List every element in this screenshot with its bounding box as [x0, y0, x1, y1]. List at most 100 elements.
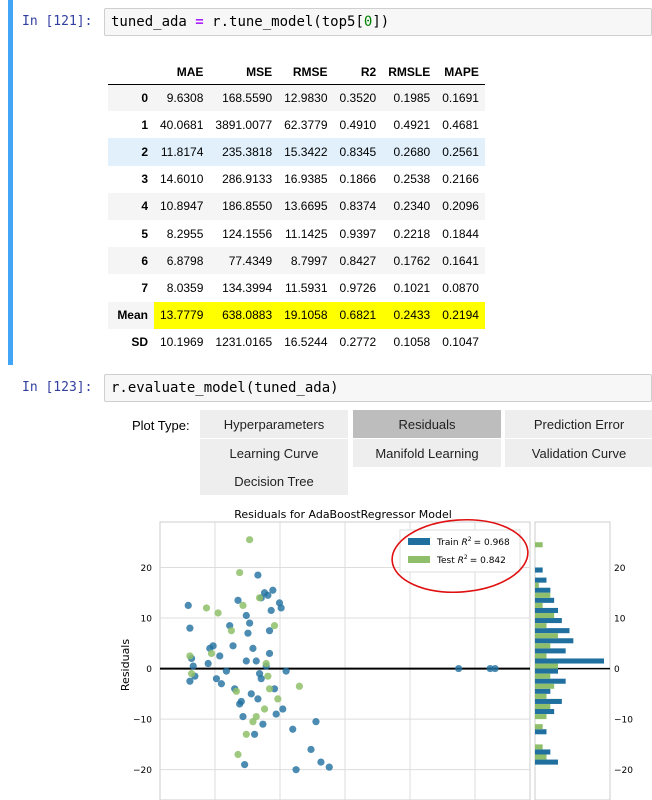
- toggle-button-manifold-learning[interactable]: Manifold Learning: [353, 439, 501, 467]
- train-point: [279, 705, 287, 713]
- column-header: MAE: [154, 60, 210, 85]
- histogram-test-bar: [535, 653, 547, 659]
- train-point: [252, 657, 260, 665]
- test-point: [242, 730, 250, 738]
- table-cell: 0.1762: [393, 253, 431, 268]
- plot-type-label: Plot Type:: [132, 418, 190, 433]
- train-point: [259, 720, 267, 728]
- table-row-mean: Mean 13.7779 638.0883 19.1058 0.6821 0.2433 0.…: [108, 301, 485, 329]
- histogram-test-bar: [535, 582, 539, 588]
- histogram-train-bar: [535, 658, 604, 664]
- legend-swatch-train: [408, 538, 430, 545]
- code-input[interactable]: tuned_ada = r.tune_model(top5[0]): [104, 8, 652, 36]
- histogram-train-bar: [535, 638, 574, 644]
- table-cell: 0.1641: [442, 253, 479, 268]
- table-cell: 186.8550: [222, 199, 273, 214]
- histogram-train-bar: [535, 607, 558, 613]
- code-input[interactable]: r.evaluate_model(tuned_ada): [104, 374, 652, 402]
- legend-train-sup: 2: [468, 536, 472, 543]
- toggle-button-hyperparameters[interactable]: Hyperparameters: [200, 410, 348, 438]
- toggle-button-residuals[interactable]: Residuals: [353, 410, 501, 438]
- train-point: [307, 745, 315, 754]
- histogram-test-bar: [535, 714, 547, 720]
- table-cell: 11.1425: [285, 226, 328, 241]
- legend-label-test: Test R2 = 0.842: [436, 554, 506, 566]
- train-point: [246, 619, 254, 627]
- train-point: [216, 652, 224, 660]
- toggle-button-prediction-error[interactable]: Prediction Error: [505, 410, 652, 438]
- y-tick-label: 20: [141, 564, 153, 574]
- test-point: [255, 594, 264, 602]
- table-cell: 9.6308: [166, 90, 204, 105]
- table-cell: 12.9830: [284, 90, 328, 105]
- table-cell: 0.8427: [339, 253, 377, 268]
- histogram-train-bar: [535, 759, 558, 765]
- table-row: 6 6.8798 77.4349 8.7997 0.8427 0.1762 0.1641: [108, 247, 485, 275]
- table-row-hovered: 2 11.8174 235.3818 15.3422 0.8345 0.2680 0.256…: [108, 138, 485, 166]
- table-cell: 0.2680: [393, 144, 431, 159]
- toggle-button-decision-tree[interactable]: Decision Tree: [200, 467, 348, 495]
- table-cell: 62.3779: [284, 117, 328, 132]
- code-cell-123[interactable]: In [123]: r.evaluate_model(tuned_ada): [0, 372, 652, 412]
- table-cell: 0.2561: [442, 144, 479, 159]
- column-header: R2: [333, 60, 383, 85]
- histogram-axes: −20 −10 0 10 20: [534, 521, 633, 800]
- train-point: [254, 695, 262, 703]
- table-cell: 11.5931: [285, 280, 328, 295]
- table-cell-highlighted: 13.7779: [154, 301, 210, 329]
- histogram-test-bar: [535, 663, 558, 669]
- y-tick-label: −10: [133, 716, 152, 726]
- row-index: 0: [141, 90, 148, 105]
- test-point: [246, 536, 254, 544]
- histogram-test-bar: [535, 592, 551, 598]
- table-cell: 0.8345: [339, 144, 377, 159]
- histogram-test-bar: [535, 703, 551, 710]
- toggle-button-validation-curve[interactable]: Validation Curve: [505, 439, 652, 467]
- histogram-test-bar: [535, 542, 543, 548]
- toggle-button-learning-curve[interactable]: Learning Curve: [200, 439, 348, 467]
- test-point: [207, 649, 216, 658]
- table-cell-highlighted: 638.0883: [209, 301, 279, 329]
- train-point: [289, 725, 297, 733]
- test-point: [234, 750, 242, 759]
- legend-test-value: = 0.842: [470, 556, 506, 566]
- train-point: [272, 710, 280, 718]
- table-row: 4 10.8947 186.8550 13.6695 0.8374 0.2340 0.209…: [108, 192, 485, 220]
- column-header: MAPE: [436, 60, 485, 85]
- table-row-sd: SD 10.1969 1231.0165 16.5244 0.2772 0.1058 0.1…: [108, 329, 485, 356]
- code-token-operator: =: [195, 14, 204, 30]
- test-point: [187, 670, 196, 678]
- train-point: [292, 766, 300, 774]
- table-cell: 10.8947: [160, 199, 204, 214]
- y-tick-label: 20: [614, 564, 626, 574]
- y-tick-label: 0: [614, 665, 620, 675]
- legend-test-name: Test: [436, 556, 455, 566]
- histogram-test-bar: [535, 612, 555, 619]
- test-point: [264, 672, 272, 680]
- table-cell: 13.6695: [284, 199, 328, 214]
- table-cell: 40.0681: [160, 117, 204, 132]
- train-point: [317, 758, 325, 766]
- table-cell: 235.3818: [222, 144, 273, 159]
- y-tick-label: −10: [614, 716, 633, 726]
- histogram-train-bar: [535, 628, 570, 634]
- table-cell-highlighted: 0.6821: [333, 301, 383, 329]
- histogram-train-bar: [535, 597, 555, 603]
- histogram-test-bar: [535, 623, 547, 629]
- table-cell: 1231.0165: [215, 335, 273, 350]
- train-point: [239, 713, 247, 721]
- histogram-train-bar: [535, 577, 547, 583]
- table-cell: 10.1969: [160, 335, 204, 350]
- table-cell: 15.3422: [284, 144, 328, 159]
- histogram-test-bar: [535, 673, 551, 679]
- table-cell: 77.4349: [228, 253, 273, 268]
- table-row: 3 14.6010 286.9133 16.9385 0.1866 0.2538 0.216…: [108, 166, 485, 193]
- histogram-train-bar: [535, 567, 543, 573]
- train-point: [455, 664, 463, 673]
- histogram-train-bar: [535, 729, 547, 735]
- train-point: [254, 571, 262, 579]
- code-cell-121[interactable]: In [121]: tuned_ada = r.tune_model(top5[…: [0, 0, 652, 365]
- table-row: 7 8.0359 134.3994 11.5931 0.9726 0.1021 0.0870: [108, 274, 485, 301]
- test-point: [186, 652, 194, 660]
- table-cell: 0.8374: [339, 199, 377, 214]
